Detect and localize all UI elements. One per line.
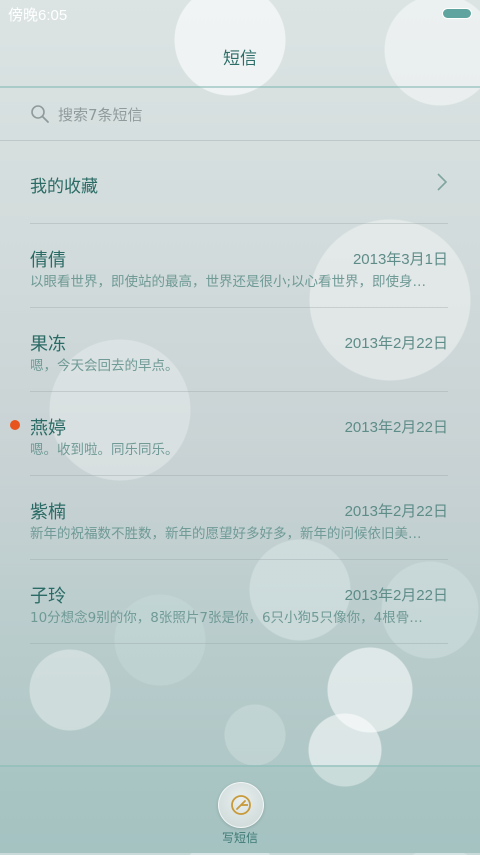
conversation-item[interactable]: 紫楠 2013年2月22日 新年的祝福数不胜数，新年的愿望好多好多，新年的问候依… xyxy=(30,476,448,560)
message-date: 2013年2月22日 xyxy=(344,335,448,352)
contact-name: 倩倩 xyxy=(30,250,66,271)
message-preview: 新年的祝福数不胜数，新年的愿望好多好多，新年的问候依旧美… xyxy=(30,526,422,542)
contact-name: 燕婷 xyxy=(30,418,66,439)
favorites-item[interactable]: 我的收藏 xyxy=(30,141,448,224)
conversation-item[interactable]: 倩倩 2013年3月1日 以眼看世界，即使站的最高，世界还是很小;以心看世界，即… xyxy=(30,224,448,308)
compose-label: 写短信 xyxy=(221,831,258,845)
favorites-label: 我的收藏 xyxy=(30,177,98,197)
search-input[interactable]: 搜索7条短信 xyxy=(58,104,143,125)
message-date: 2013年3月1日 xyxy=(352,251,448,268)
unread-indicator xyxy=(10,420,20,430)
search-bar[interactable]: 搜索7条短信 xyxy=(0,88,480,141)
message-preview: 嗯，今天会回去的早点。 xyxy=(30,358,179,374)
status-time: 傍晚6:05 xyxy=(8,7,68,24)
compose-icon xyxy=(231,795,251,815)
page-title: 短信 xyxy=(223,49,257,69)
title-bar: 短信 xyxy=(0,26,480,88)
conversation-item[interactable]: 果冻 2013年2月22日 嗯，今天会回去的早点。 xyxy=(30,308,448,392)
message-date: 2013年2月22日 xyxy=(344,419,448,436)
conversation-item[interactable]: 子玲 2013年2月22日 10分想念9别的你，8张照片7张是你，6只小狗5只像… xyxy=(30,560,448,644)
message-preview: 10分想念9别的你，8张照片7张是你，6只小狗5只像你，4根骨… xyxy=(30,610,423,626)
battery-icon xyxy=(442,8,472,19)
compose-button[interactable] xyxy=(218,782,264,828)
message-date: 2013年2月22日 xyxy=(344,587,448,604)
contact-name: 果冻 xyxy=(30,334,66,355)
message-preview: 以眼看世界，即使站的最高，世界还是很小;以心看世界，即使身… xyxy=(30,274,427,290)
contact-name: 紫楠 xyxy=(30,502,66,523)
message-preview: 嗯。收到啦。同乐同乐。 xyxy=(30,442,179,458)
message-date: 2013年2月22日 xyxy=(344,503,448,520)
contact-name: 子玲 xyxy=(30,586,66,607)
conversation-item[interactable]: 燕婷 2013年2月22日 嗯。收到啦。同乐同乐。 xyxy=(10,392,448,476)
chevron-right-icon xyxy=(437,173,448,191)
bottom-bar: 写短信 xyxy=(0,765,480,855)
search-icon xyxy=(31,105,49,123)
status-bar: 傍晚6:05 xyxy=(0,0,480,26)
